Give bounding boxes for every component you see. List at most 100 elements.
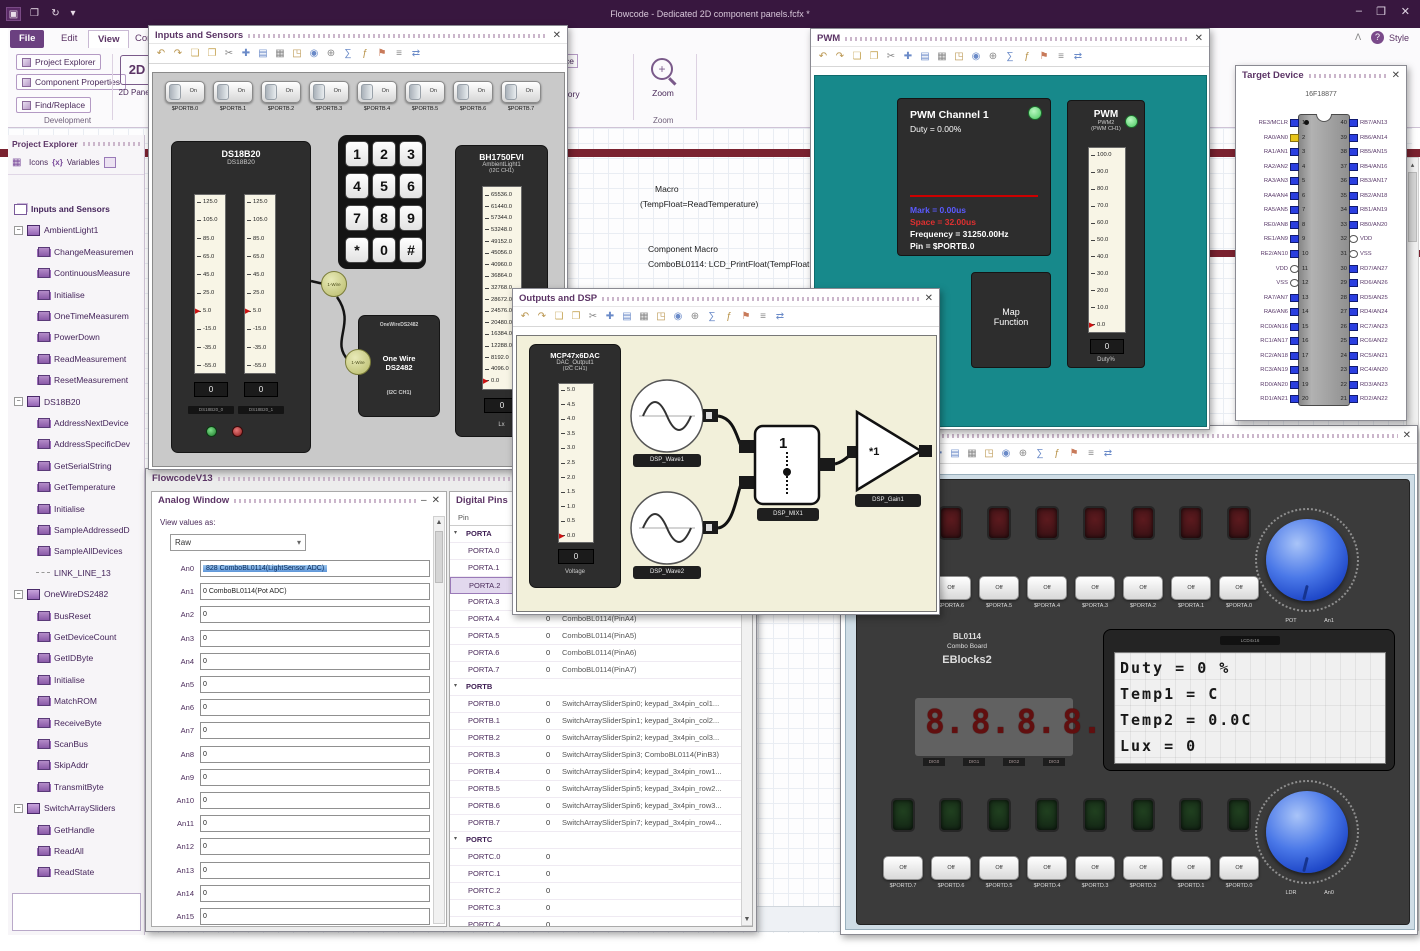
tree-item-receivebyte[interactable]: ReceiveByte: [38, 713, 102, 733]
toolbar-icon-12[interactable]: ƒ: [722, 310, 736, 324]
tree-item-switcharraysliders[interactable]: − SwitchArraySliders: [14, 798, 115, 818]
toolbar-icon-5[interactable]: ✚: [901, 50, 915, 64]
board-switch-$PORTD.1[interactable]: Off: [1171, 856, 1211, 880]
pin-pad-right[interactable]: [1349, 308, 1358, 317]
toolbar-icon-8[interactable]: ◳: [952, 50, 966, 64]
expand-icon[interactable]: −: [14, 589, 23, 599]
toolbar-icon-11[interactable]: ∑: [705, 310, 719, 324]
help-icon[interactable]: ?: [1371, 31, 1384, 44]
pin-pad-left[interactable]: [1290, 279, 1299, 288]
analog-row-value[interactable]: 0 ComboBL0114(Pot ADC): [200, 583, 430, 601]
tree-item-gettemperature[interactable]: GetTemperature: [38, 477, 115, 497]
toolbar-icon-2[interactable]: ❏: [188, 47, 202, 61]
toolbar-icon-13[interactable]: ⚑: [739, 310, 753, 324]
toolbar-icon-10[interactable]: ⊕: [986, 50, 1000, 64]
toolbar-icon-8[interactable]: ◳: [654, 310, 668, 324]
tree-item-continuousmeasure[interactable]: ContinuousMeasure: [38, 263, 130, 283]
digital-row-PORTB.6[interactable]: PORTB.6 0 SwitchArraySliderSpin6; keypad_3…: [450, 798, 742, 815]
dsp-wave1-label[interactable]: DSP_Wave1: [633, 454, 701, 467]
input-switch-$PORTB.7[interactable]: On: [501, 81, 541, 103]
digital-row-PORTB.7[interactable]: PORTB.7 0 SwitchArraySliderSpin7; keypad_3…: [450, 815, 742, 832]
toolbar-icon-7[interactable]: ▦: [965, 447, 979, 461]
keypad-key-8[interactable]: 8: [372, 205, 396, 231]
keypad-key-9[interactable]: 9: [399, 205, 423, 231]
analog-row-value[interactable]: 0: [200, 676, 430, 693]
ldr-knob[interactable]: [1255, 780, 1359, 884]
toolbar-icon-14[interactable]: ≡: [392, 47, 406, 61]
tab-file[interactable]: File: [10, 30, 45, 48]
tree-item-powerdown[interactable]: PowerDown: [38, 327, 100, 347]
board-switch-$PORTD.5[interactable]: Off: [979, 856, 1019, 880]
board-switch-$PORTA.3[interactable]: Off: [1075, 576, 1115, 600]
toolbar-icon-1[interactable]: ↷: [833, 50, 847, 64]
pin-pad-right[interactable]: [1349, 366, 1358, 375]
input-switch-$PORTB.5[interactable]: On: [405, 81, 445, 103]
ribbon-button-find-replace[interactable]: Find/Replace: [16, 97, 92, 113]
board-switch-$PORTD.6[interactable]: Off: [931, 856, 971, 880]
board-switch-$PORTA.4[interactable]: Off: [1027, 576, 1067, 600]
pin-pad-right[interactable]: [1349, 395, 1358, 404]
tab-edit[interactable]: Edit: [52, 30, 86, 48]
green-indicator-led[interactable]: [206, 426, 217, 437]
keypad-key-7[interactable]: 7: [345, 205, 369, 231]
toolbar-icon-6[interactable]: ▤: [918, 50, 932, 64]
pin-pad-left[interactable]: [1290, 380, 1299, 389]
knob-ball[interactable]: [1266, 791, 1348, 873]
knob-ball[interactable]: [1266, 519, 1348, 601]
pin-pad-left[interactable]: [1290, 206, 1299, 215]
target-window-titlebar[interactable]: Target Device ✕: [1236, 66, 1406, 83]
digital-group-PORTB[interactable]: ▾ PORTB: [450, 679, 742, 696]
icons-grid-icon[interactable]: ▦: [12, 157, 25, 168]
dsp-wave2-label[interactable]: DSP_Wave2: [633, 566, 701, 579]
expand-icon[interactable]: −: [14, 803, 23, 813]
toolbar-icon-1[interactable]: ↷: [171, 47, 185, 61]
toolbar-icon-6[interactable]: ▤: [948, 447, 962, 461]
ribbon-button-project-explorer[interactable]: Project Explorer: [16, 54, 102, 70]
pin-pad-right[interactable]: [1349, 337, 1358, 346]
digital-group-PORTC[interactable]: ▾ PORTC: [450, 832, 742, 849]
toolbar-icon-7[interactable]: ▦: [273, 47, 287, 61]
pin-pad-right[interactable]: [1349, 235, 1358, 244]
analog-row-value[interactable]: 0: [200, 838, 430, 856]
pin-pad-left[interactable]: [1290, 235, 1299, 244]
zoom-icon[interactable]: +: [651, 58, 673, 80]
digital-row-PORTC.3[interactable]: PORTC.3 0: [450, 900, 742, 917]
pin-pad-right[interactable]: [1349, 220, 1358, 229]
toolbar-icon-3[interactable]: ❐: [867, 50, 881, 64]
toolbar-icon-1[interactable]: ↷: [535, 310, 549, 324]
toolbar-icon-0[interactable]: ↶: [518, 310, 532, 324]
onewire-node-2[interactable]: 1-Wire: [345, 349, 371, 375]
digital-row-PORTA.7[interactable]: PORTA.7 0 ComboBL0114(PinA7): [450, 662, 742, 679]
pin-pad-left[interactable]: [1290, 162, 1299, 171]
explorer-tab-icons[interactable]: Icons: [29, 158, 48, 167]
tree-item-busreset[interactable]: BusReset: [38, 606, 91, 626]
analog-row-value[interactable]: 0: [200, 745, 430, 763]
tree-item-addressspecificdev[interactable]: AddressSpecificDev: [38, 434, 130, 454]
toolbar-icon-6[interactable]: ▤: [620, 310, 634, 324]
scroll-up-icon[interactable]: ▲: [434, 519, 444, 526]
explorer-tab-variables[interactable]: Variables: [67, 158, 100, 167]
tree-item-onetimemeasurem[interactable]: OneTimeMeasurem: [38, 306, 129, 326]
pin-pad-left[interactable]: [1290, 293, 1299, 302]
keypad-key-5[interactable]: 5: [372, 173, 396, 199]
pin-pad-left[interactable]: [1290, 191, 1299, 200]
toolbar-icon-12[interactable]: ƒ: [1020, 50, 1034, 64]
toolbar-icon-3[interactable]: ❐: [205, 47, 219, 61]
digital-row-PORTB.3[interactable]: PORTB.3 0 SwitchArraySliderSpin3; ComboBL0…: [450, 747, 742, 764]
pin-pad-right[interactable]: [1349, 249, 1358, 258]
ribbon-button-component-properties[interactable]: Component Properties: [16, 74, 127, 90]
toolbar-icon-15[interactable]: ⇄: [773, 310, 787, 324]
tree-root[interactable]: Inputs and Sensors: [14, 199, 110, 219]
analog-row-value[interactable]: 0: [200, 792, 430, 809]
tree-item-initialise[interactable]: Initialise: [38, 285, 85, 305]
pin-pad-right[interactable]: [1349, 162, 1358, 171]
tree-item-getidbyte[interactable]: GetIDByte: [38, 648, 93, 668]
close-button[interactable]: ✕: [1401, 5, 1410, 18]
toolbar-icon-9[interactable]: ◉: [969, 50, 983, 64]
toolbar-icon-15[interactable]: ⇄: [1071, 50, 1085, 64]
analog-scrollbar[interactable]: ▲: [433, 516, 445, 924]
input-switch-$PORTB.4[interactable]: On: [357, 81, 397, 103]
input-switch-$PORTB.2[interactable]: On: [261, 81, 301, 103]
tree-item-skipaddr[interactable]: SkipAddr: [38, 755, 89, 775]
pin-pad-right[interactable]: [1349, 133, 1358, 142]
